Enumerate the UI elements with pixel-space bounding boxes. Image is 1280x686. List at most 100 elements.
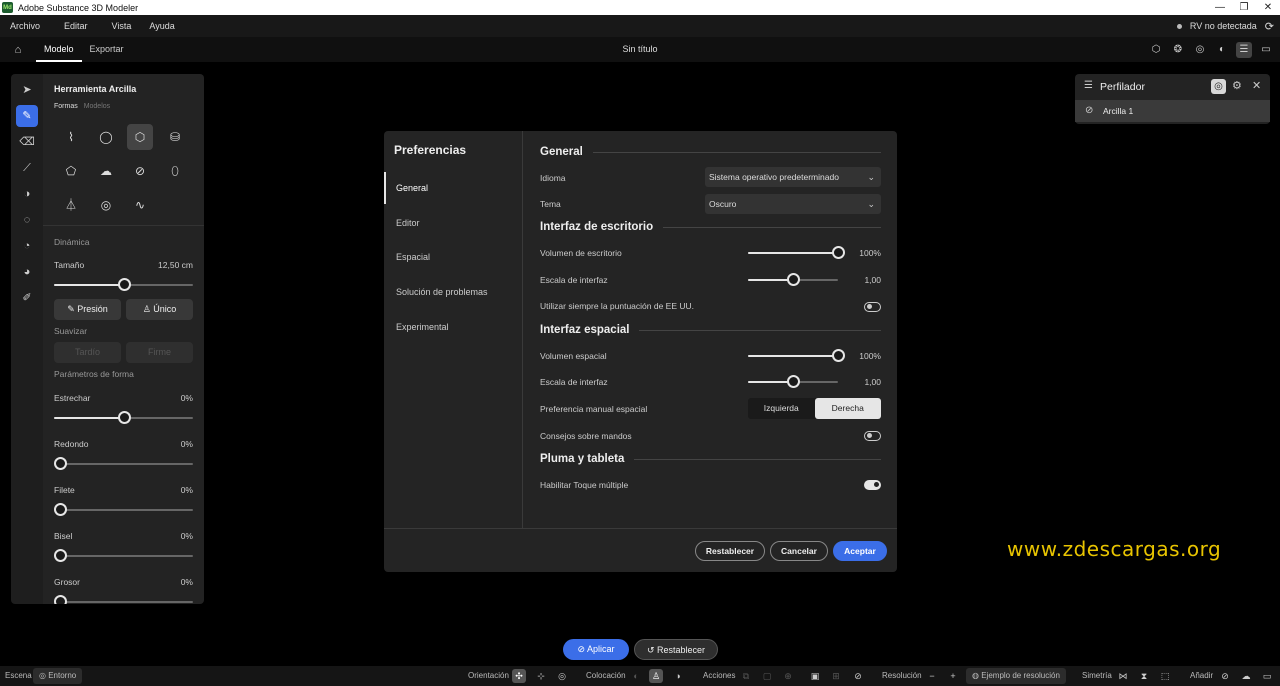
fillet-slider[interactable] (54, 503, 193, 516)
minimize-icon[interactable]: — (1208, 0, 1232, 15)
nav-editor[interactable]: Editor (384, 207, 523, 239)
symmetry-y-icon[interactable]: ⧗ (1137, 669, 1151, 683)
undo-icon: ↺ (646, 645, 655, 655)
erase-tool-icon[interactable]: ⌫ (16, 131, 38, 153)
unique-button[interactable]: ♙ Único (126, 299, 193, 320)
select-tool-icon[interactable]: ➤ (16, 79, 38, 101)
thickness-slider[interactable] (54, 595, 193, 604)
cancel-button[interactable]: Cancelar (770, 541, 828, 561)
taper-slider[interactable] (54, 411, 193, 424)
accept-button[interactable]: Aceptar (833, 541, 887, 561)
spatial-scale-slider[interactable] (748, 375, 838, 388)
reset-button[interactable]: Restablecer (695, 541, 765, 561)
reset-action-button[interactable]: ↺ Restablecer (634, 639, 718, 660)
shape-line-icon[interactable]: ⌇ (58, 124, 84, 150)
smooth-tool-icon[interactable]: ⟋ (16, 157, 38, 179)
move-tool-icon[interactable]: ◑ (16, 183, 38, 205)
nav-experimental[interactable]: Experimental (384, 311, 523, 343)
us-punctuation-toggle[interactable] (864, 302, 881, 312)
tab-modelo[interactable]: Modelo (36, 37, 82, 62)
subtab-modelos[interactable]: Modelos (84, 103, 110, 110)
camera-icon[interactable]: ▭ (1258, 42, 1274, 58)
refresh-icon[interactable]: ⟳ (1265, 20, 1274, 33)
action-frame-icon[interactable]: ▣ (808, 669, 822, 683)
home-icon[interactable]: ⌂ (0, 44, 36, 56)
add-clay-icon[interactable]: ⊘ (1218, 669, 1232, 683)
multitouch-toggle[interactable] (864, 480, 881, 490)
close-icon[interactable]: ✕ (1252, 79, 1261, 92)
controller-tips-toggle[interactable] (864, 431, 881, 441)
gear-icon[interactable]: ⚙ (1232, 79, 1242, 92)
placement-surface-icon[interactable]: ◐ (629, 669, 643, 683)
clay-tool-icon[interactable]: ✎ (16, 105, 38, 127)
menu-archivo[interactable]: Archivo (0, 21, 50, 31)
late-button[interactable]: Tardío (54, 342, 121, 363)
shape-blob-icon[interactable]: ☁ (93, 158, 119, 184)
menu-vista[interactable]: Vista (98, 21, 142, 31)
close-window-icon[interactable]: ✕ (1256, 0, 1280, 15)
placement-figure-icon[interactable]: ♙ (649, 669, 663, 683)
shape-cone-icon[interactable]: ⏃ (58, 192, 84, 218)
lighting-icon[interactable]: ◐ (1214, 42, 1230, 58)
orient-axis-icon[interactable]: ⊹ (534, 669, 548, 683)
orient-globe-icon[interactable]: ◎ (555, 669, 569, 683)
action-link-icon[interactable]: ⊘ (851, 669, 865, 683)
environment-button[interactable]: ◎ Entorno (33, 668, 83, 684)
hand-left-option[interactable]: Izquierda (748, 398, 815, 419)
apply-button[interactable]: ⊘ Aplicar (563, 639, 629, 660)
target-icon[interactable]: ◎ (1211, 79, 1226, 94)
globe-icon[interactable]: ◎ (1192, 42, 1208, 58)
shape-curve-icon[interactable]: ∿ (127, 192, 153, 218)
add-cloud-icon[interactable]: ☁ (1239, 669, 1253, 683)
shape-cylinder-icon[interactable]: ⛁ (162, 124, 188, 150)
restore-icon[interactable]: ❐ (1232, 0, 1256, 15)
language-select[interactable]: Sistema operativo predeterminado ⌄ (705, 167, 881, 187)
cube-icon[interactable]: ⬡ (1148, 42, 1164, 58)
hand-right-option[interactable]: Derecha (814, 398, 881, 419)
action-grid-icon[interactable]: ⊞ (829, 669, 843, 683)
tab-exportar[interactable]: Exportar (82, 37, 132, 62)
outliner-icon[interactable]: ☰ (1236, 41, 1252, 58)
cut-tool-icon[interactable]: ◔ (16, 235, 38, 257)
symmetry-x-icon[interactable]: ⋈ (1116, 669, 1130, 683)
round-slider[interactable] (54, 457, 193, 470)
placement-toggle-icon[interactable]: ◑ (671, 669, 685, 683)
nav-solucion-problemas[interactable]: Solución de problemas (384, 276, 523, 308)
add-camera-icon[interactable]: ▭ (1260, 669, 1274, 683)
size-slider[interactable] (54, 278, 193, 291)
pressure-button[interactable]: ✎ Presión (54, 299, 121, 320)
desktop-scale-slider[interactable] (748, 273, 838, 286)
subtab-formas[interactable]: Formas (54, 103, 78, 110)
shape-prism-icon[interactable]: ⬠ (58, 158, 84, 184)
paint-tool-icon[interactable]: ✐ (16, 287, 38, 309)
profiler-row[interactable]: ⊘ Arcilla 1 (1075, 100, 1270, 122)
bevel-slider[interactable] (54, 549, 193, 562)
action-duplicate-icon[interactable]: ⧉ (739, 669, 753, 683)
shape-torus-icon[interactable]: ◎ (93, 192, 119, 218)
shape-capsule-icon[interactable]: ⊘ (127, 158, 153, 184)
orientation-label: Orientación (468, 671, 509, 680)
material-tool-icon[interactable]: ◕ (16, 261, 38, 283)
menu-ayuda[interactable]: Ayuda (141, 21, 184, 31)
placement-label: Colocación (586, 671, 626, 680)
firm-button[interactable]: Firme (126, 342, 193, 363)
symmetry-z-icon[interactable]: ⬚ (1158, 669, 1172, 683)
menu-editar[interactable]: Editar (50, 21, 98, 31)
action-lock-icon[interactable]: ▢ (760, 669, 774, 683)
resolution-minus-icon[interactable]: − (925, 669, 939, 683)
spatial-volume-slider[interactable] (748, 349, 845, 362)
resolution-sample-button[interactable]: ◍ Ejemplo de resolución (966, 668, 1066, 684)
render-icon[interactable]: ❂ (1170, 42, 1186, 58)
shape-egg-icon[interactable]: ⬯ (162, 158, 188, 184)
nav-general[interactable]: General (384, 172, 523, 204)
section-desktop-title: Interfaz de escritorio (540, 221, 654, 233)
resolution-plus-icon[interactable]: + (946, 669, 960, 683)
orient-move-icon[interactable]: ✣ (512, 669, 526, 683)
nav-espacial[interactable]: Espacial (384, 241, 523, 273)
desktop-volume-slider[interactable] (748, 246, 845, 259)
shape-cube-icon[interactable]: ⬡ (127, 124, 153, 150)
shape-sphere-icon[interactable]: ◯ (93, 124, 119, 150)
inflate-tool-icon[interactable]: ◌ (16, 209, 38, 231)
theme-select[interactable]: Oscuro ⌄ (705, 194, 881, 214)
action-merge-icon[interactable]: ⊕ (781, 669, 795, 683)
